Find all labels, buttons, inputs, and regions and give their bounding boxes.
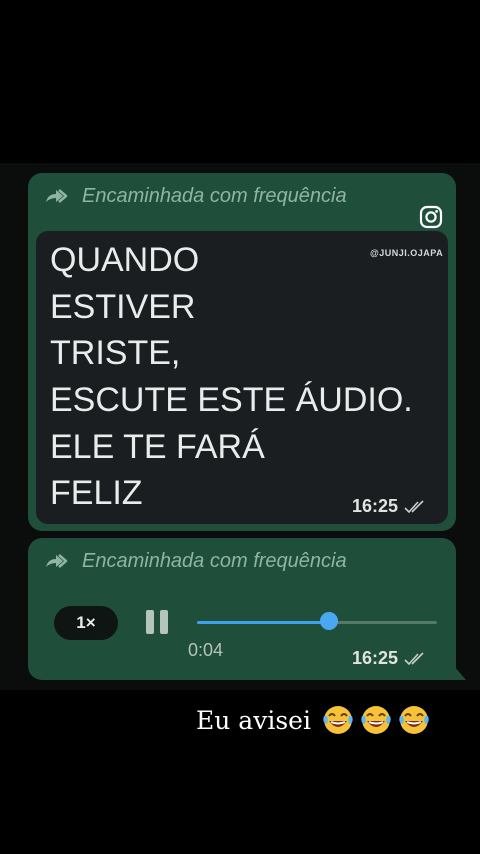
message-line: FELIZ <box>50 474 143 512</box>
bubble-tail <box>454 666 466 680</box>
time-text: 16:25 <box>352 496 399 516</box>
audio-seek-thumb[interactable] <box>320 612 338 630</box>
message-timestamp: 16:25 <box>352 648 428 669</box>
watermark-handle: @JUNJI.OJAPA <box>370 248 444 258</box>
message-timestamp: 16:25 <box>352 496 428 517</box>
double-check-icon <box>404 499 424 513</box>
message-line: ESTIVER <box>50 288 196 326</box>
forward-arrows-icon <box>46 188 68 203</box>
video-caption: Eu avisei <box>196 703 431 737</box>
emoji-row <box>321 703 431 737</box>
audio-elapsed-time: 0:04 <box>188 640 224 660</box>
forward-arrows-icon <box>46 553 68 568</box>
tears-of-joy-icon <box>361 706 391 734</box>
tears-of-joy-icon <box>323 706 353 734</box>
message-line: ESCUTE ESTE ÁUDIO. <box>50 381 413 419</box>
forwarded-label: Encaminhada com frequência <box>82 550 347 572</box>
forwarded-label: Encaminhada com frequência <box>82 185 347 207</box>
tears-of-joy-icon <box>399 706 429 734</box>
message-line: ELE TE FARÁ <box>50 428 265 466</box>
caption-text: Eu avisei <box>196 705 311 735</box>
instagram-icon <box>419 205 443 229</box>
message-line: QUANDO <box>50 241 200 279</box>
time-text: 16:25 <box>352 648 399 668</box>
pause-icon <box>160 610 168 634</box>
audio-progress-fill <box>197 621 329 624</box>
pause-button[interactable] <box>146 610 170 636</box>
audio-progress-track[interactable] <box>197 621 437 624</box>
double-check-icon <box>404 651 424 665</box>
pause-icon <box>146 610 154 634</box>
forwarded-indicator: Encaminhada com frequência <box>44 185 347 208</box>
playback-speed-button[interactable]: 1× <box>54 606 118 640</box>
forwarded-indicator: Encaminhada com frequência <box>44 550 347 573</box>
message-line: TRISTE, <box>50 334 181 372</box>
